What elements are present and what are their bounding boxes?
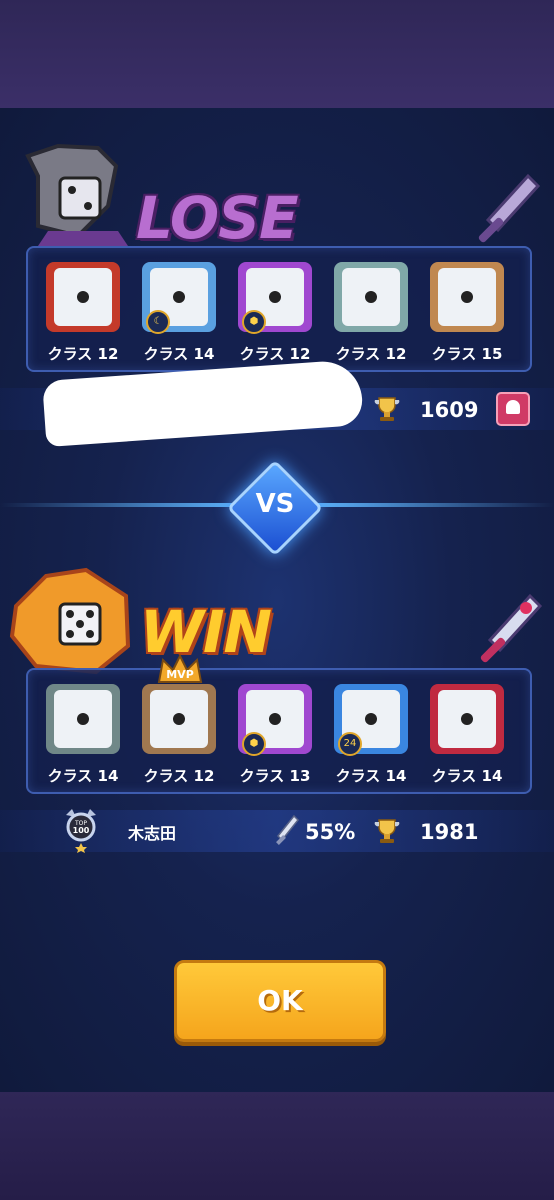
paper-dice-icon — [334, 262, 408, 332]
lose-banner: LOSE — [136, 184, 299, 252]
result-screen: LOSE クラス 12 ☾ クラス 14 ⬢ クラス 12 クラス 12 クラス 15 16… — [0, 108, 554, 1092]
redacted-player-name — [42, 358, 364, 448]
castle-dice-icon — [142, 684, 216, 754]
ok-button[interactable]: OK — [174, 960, 386, 1042]
report-button[interactable] — [496, 392, 530, 426]
wind-dice-icon: ☾ — [142, 262, 216, 334]
top100-rank-badge: TOP 100 — [66, 809, 96, 853]
vs-label: VS — [255, 489, 295, 519]
level-badge-icon: 24 — [338, 732, 362, 756]
checker-dice-icon — [46, 684, 120, 754]
level-badge-icon: ☾ — [146, 310, 170, 334]
crit-percent: 55% — [305, 820, 356, 844]
top-background — [0, 0, 554, 108]
mvp-label: MVP — [166, 668, 194, 681]
win-dice-emblem-icon — [9, 567, 131, 675]
lose-dice-emblem-icon — [25, 143, 128, 246]
svg-text:100: 100 — [73, 826, 90, 835]
dice-class-label: クラス 14 — [47, 767, 119, 785]
crit-sword-icon — [276, 814, 300, 845]
dice-class-label: クラス 14 — [143, 345, 215, 363]
lose-trophy-count: 1609 — [420, 398, 479, 422]
target-dice-icon — [430, 684, 504, 754]
dice-class-label: クラス 14 — [431, 767, 503, 785]
level-badge-icon: ⬢ — [242, 732, 266, 756]
win-trophy-count: 1981 — [420, 820, 479, 844]
bottom-background — [0, 1092, 554, 1200]
trophy-icon — [374, 397, 400, 421]
dice-class-label: クラス 12 — [239, 345, 311, 363]
mystery-dice-icon — [430, 262, 504, 332]
dice-class-label: クラス 13 — [239, 767, 311, 785]
trophy-icon — [374, 819, 400, 843]
mvp-crown-icon: MVP — [157, 654, 203, 683]
dice-class-label: クラス 14 — [335, 767, 407, 785]
dice-class-label: クラス 15 — [431, 345, 503, 363]
ring-dice-icon: ⬢ — [238, 262, 312, 334]
level-badge-icon: ⬢ — [242, 310, 266, 334]
win-deck-panel: クラス 14 クラス 12 ⬢ クラス 13 24 クラス 14 クラス 14 — [26, 668, 532, 794]
sword-dice-icon — [46, 262, 120, 332]
lose-deck-panel: クラス 12 ☾ クラス 14 ⬢ クラス 12 クラス 12 クラス 15 — [26, 246, 532, 372]
dice-class-label: クラス 12 — [47, 345, 119, 363]
sword-decoration-icon — [478, 173, 541, 243]
wind-dice-icon: 24 — [334, 684, 408, 756]
dice-class-label: クラス 12 — [143, 767, 215, 785]
ring-dice-icon: ⬢ — [238, 684, 312, 756]
player-name: 木志田 — [128, 824, 177, 843]
dice-class-label: クラス 12 — [335, 345, 407, 363]
sword-decoration-icon — [480, 593, 543, 663]
